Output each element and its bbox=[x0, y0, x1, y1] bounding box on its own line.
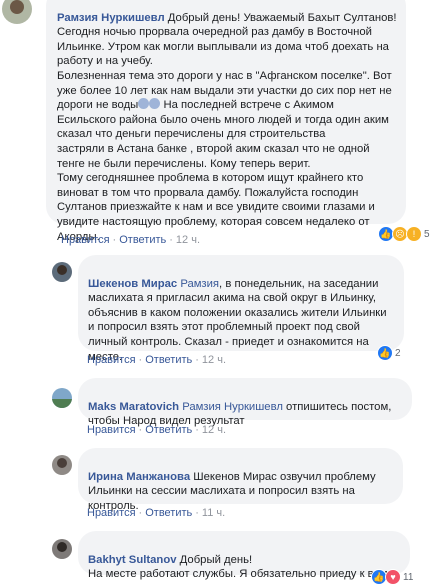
avatar[interactable] bbox=[52, 539, 72, 559]
comment-line: Добрый день! Уважаемый Бахыт Султанов! bbox=[167, 11, 397, 24]
comment-actions: Нравится · Ответить · 11 ч. bbox=[87, 507, 226, 519]
comment-actions: Нравится · Ответить · 12 ч. bbox=[87, 354, 227, 366]
like-link[interactable]: Нравится bbox=[87, 424, 136, 436]
timestamp[interactable]: 12 ч. bbox=[202, 424, 226, 436]
wow-icon: ! bbox=[406, 226, 422, 242]
avatar[interactable] bbox=[52, 388, 72, 408]
comment-text: Bakhyt Sultanov Добрый день! На месте ра… bbox=[88, 553, 388, 581]
love-icon: ♥ bbox=[385, 569, 401, 585]
reaction-count: 11 bbox=[403, 571, 414, 583]
like-link[interactable]: Нравится bbox=[87, 507, 136, 519]
scared-emoji-icon bbox=[138, 98, 150, 110]
reactions-summary[interactable]: 👍 2 bbox=[377, 345, 401, 361]
comment-author[interactable]: Рамзия Нуркишевл bbox=[57, 12, 165, 24]
reply-link[interactable]: Ответить bbox=[145, 424, 192, 436]
like-link[interactable]: Нравится bbox=[61, 234, 110, 246]
comment-author[interactable]: Bakhyt Sultanov bbox=[88, 554, 177, 566]
comment-actions: Нравится · Ответить · 12 ч. bbox=[87, 424, 227, 436]
reply-link[interactable]: Ответить bbox=[145, 507, 192, 519]
comment-actions: Нравится · Ответить · 12 ч. bbox=[61, 234, 201, 246]
comment-author[interactable]: Ирина Манжанова bbox=[88, 471, 190, 483]
reply-link[interactable]: Ответить bbox=[119, 234, 166, 246]
reaction-count: 2 bbox=[395, 347, 401, 359]
reply-link[interactable]: Ответить bbox=[145, 354, 192, 366]
timestamp[interactable]: 12 ч. bbox=[202, 354, 226, 366]
scared-emoji-icon bbox=[149, 98, 161, 110]
timestamp[interactable]: 11 ч. bbox=[202, 507, 225, 519]
avatar[interactable] bbox=[52, 262, 72, 282]
like-link[interactable]: Нравится bbox=[87, 354, 136, 366]
timestamp[interactable]: 12 ч. bbox=[176, 234, 200, 246]
comment-text: Ирина Манжанова Шекенов Мирас озвучил пр… bbox=[88, 470, 376, 512]
mention-link[interactable]: Рамзия Нуркишевл bbox=[182, 401, 283, 413]
reactions-summary[interactable]: 👍 ♥ 11 bbox=[371, 569, 413, 585]
reactions-summary[interactable]: 👍 ☹ ! 5 bbox=[378, 226, 430, 242]
comment-author[interactable]: Maks Maratovich bbox=[88, 401, 179, 413]
comment-text: Maks Maratovich Рамзия Нуркишевл отпишит… bbox=[88, 400, 392, 428]
avatar[interactable] bbox=[2, 0, 32, 24]
comment-author[interactable]: Шекенов Мирас bbox=[88, 278, 177, 290]
like-icon: 👍 bbox=[377, 345, 393, 361]
comment-text: Шекенов Мирас Рамзия, в понедельник, на … bbox=[88, 277, 387, 363]
avatar[interactable] bbox=[52, 455, 72, 475]
comment-text: Рамзия Нуркишевл Добрый день! Уважаемый … bbox=[57, 11, 397, 243]
reaction-count: 5 bbox=[424, 228, 430, 240]
mention-link[interactable]: Рамзия bbox=[180, 278, 219, 290]
